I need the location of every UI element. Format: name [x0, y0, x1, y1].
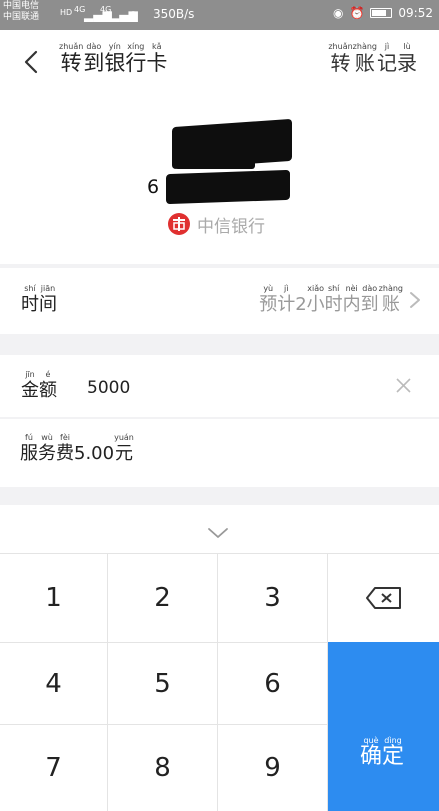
arrival-time-value: yù 预 jì 计 2 xiǎo 小 shí 时 nèi 内 dào 到 zhàng 账 — [259, 284, 403, 317]
status-bar: 中国电信 中国联通 HD 4G ▂▄▆ 4G ▂▄▆ ◠ 350B/s ◉ ⏰ … — [0, 0, 439, 30]
key-6[interactable]: 6 — [218, 642, 328, 724]
key-1[interactable]: 1 — [0, 553, 108, 642]
amount-input[interactable]: 5000 — [87, 378, 130, 398]
pinyin-char: yín 银 — [104, 42, 126, 75]
carrier-2: 中国联通 — [3, 12, 40, 22]
pinyin-char: xíng 行 — [125, 42, 147, 75]
pinyin-char: shí 时 — [21, 284, 39, 315]
pinyin-char: wù 务 — [38, 433, 56, 464]
pinyin-char: yuán 元 — [114, 433, 134, 464]
confirm-label: què 确 dìng 定 — [360, 736, 404, 769]
key-3[interactable]: 3 — [218, 553, 328, 642]
arrival-time-row[interactable]: shí 时 jiān 间 yù 预 jì 计 2 xiǎo 小 shí 时 nèi 内 dào 到 zhàng 账 — [0, 268, 439, 334]
clock-time: 09:52 — [398, 6, 433, 20]
hd-badge: HD — [60, 8, 73, 17]
time-label: shí 时 jiān 间 — [21, 284, 57, 317]
page-title: zhuǎn 转 dào 到 yín 银 xíng 行 kǎ 卡 — [59, 42, 167, 75]
key-4[interactable]: 4 — [0, 642, 108, 724]
pinyin-char: jiān 间 — [39, 284, 57, 315]
pinyin-char: jīn 金 — [21, 370, 39, 401]
pinyin-char: nèi 内 — [342, 284, 361, 315]
pinyin-char: 2 — [295, 294, 307, 315]
pinyin-char: xiǎo 小 — [306, 284, 325, 315]
pinyin-char: lù 录 — [397, 42, 417, 75]
key-5[interactable]: 5 — [108, 642, 218, 724]
key-8[interactable]: 8 — [108, 724, 218, 811]
clear-icon[interactable] — [394, 376, 413, 395]
network-speed: 350B/s — [153, 7, 195, 21]
pinyin-char: fú 服 — [20, 433, 38, 464]
key-7[interactable]: 7 — [0, 724, 108, 811]
service-fee-text: fú 服 wù 务 fèi 费 5.00 yuán 元 — [20, 433, 134, 466]
pinyin-char: shí 时 — [324, 284, 343, 315]
numeric-keypad: 1 2 3 4 5 6 7 8 9 què 确 dìng 定 — [0, 505, 439, 811]
pinyin-char: dào 到 — [83, 42, 105, 75]
redacted-card-number — [166, 169, 290, 205]
battery-icon — [370, 8, 393, 18]
backspace-key[interactable] — [328, 553, 439, 642]
app-header: zhuǎn 转 dào 到 yín 银 xíng 行 kǎ 卡 zhuǎn 转 zhàng 账 jì 记 lù… — [0, 30, 439, 96]
chevron-right-icon — [410, 292, 420, 308]
wifi-icon: ◠ — [128, 8, 139, 22]
back-arrow-icon[interactable] — [18, 48, 46, 76]
pinyin-char: què 确 — [360, 736, 383, 769]
amount-row[interactable]: jīn 金 é 额 5000 — [0, 355, 439, 417]
pinyin-char: zhàng 账 — [352, 42, 377, 75]
alarm-icon: ⏰ — [349, 6, 365, 20]
transfer-records-link[interactable]: zhuǎn 转 zhàng 账 jì 记 lù 录 — [328, 42, 417, 75]
chevron-down-icon[interactable] — [206, 525, 230, 541]
pinyin-char: zhuǎn 转 — [328, 42, 353, 75]
confirm-button[interactable]: què 确 dìng 定 — [328, 642, 439, 811]
key-9[interactable]: 9 — [218, 724, 328, 811]
pinyin-char: 5.00 — [74, 443, 115, 464]
bank-card-info: 6 中信银行 — [0, 96, 439, 264]
pinyin-char: jì 计 — [277, 284, 296, 315]
pinyin-char: é额 — [39, 370, 57, 401]
backspace-icon — [365, 587, 401, 609]
pinyin-char: kǎ 卡 — [146, 42, 168, 75]
citic-bank-logo-icon — [168, 213, 190, 235]
pinyin-char: dìng 定 — [382, 736, 405, 769]
service-fee-row: fú 服 wù 务 fèi 费 5.00 yuán 元 — [0, 419, 439, 487]
pinyin-char: yù 预 — [259, 284, 278, 315]
carrier-1: 中国电信 — [3, 1, 40, 11]
bank-name: 中信银行 — [197, 217, 265, 237]
eye-icon: ◉ — [332, 6, 344, 20]
pinyin-char: jì 记 — [377, 42, 397, 75]
pinyin-char: fèi 费 — [56, 433, 74, 464]
redacted-account-name-2 — [175, 151, 255, 169]
pinyin-char: zhuǎn 转 — [59, 42, 84, 75]
pinyin-char: zhàng 账 — [378, 284, 403, 315]
pinyin-char: dào 到 — [360, 284, 379, 315]
card-number-prefix: 6 — [147, 176, 160, 198]
status-right: ◉ ⏰ 09:52 — [333, 6, 433, 20]
carrier-labels: 中国电信 中国联通 — [3, 1, 39, 23]
amount-label: jīn 金 é 额 — [21, 370, 57, 403]
key-2[interactable]: 2 — [108, 553, 218, 642]
